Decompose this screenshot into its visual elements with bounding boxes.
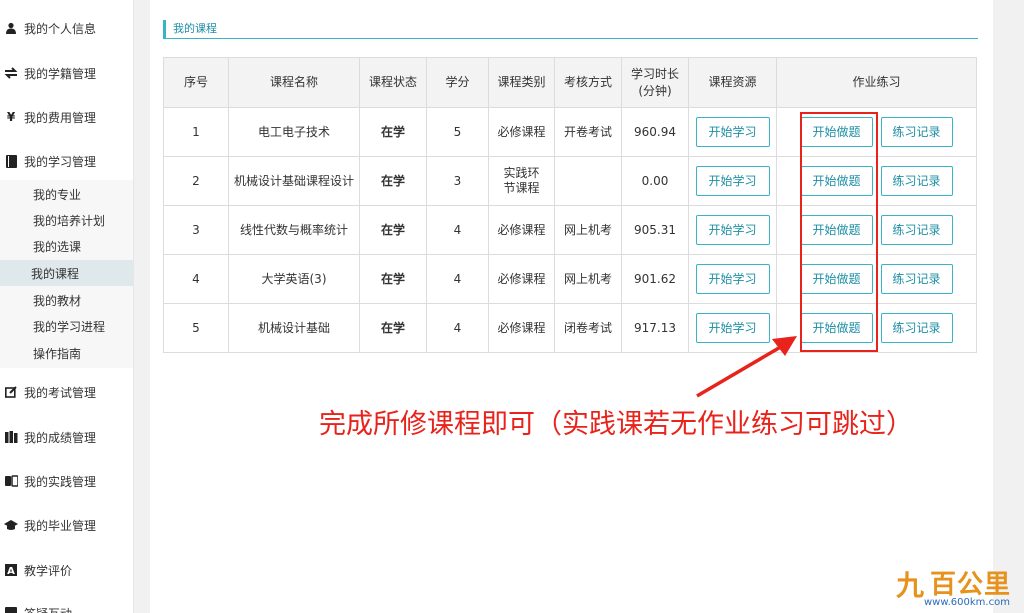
- annotation-arrow-icon: [696, 336, 797, 398]
- watermark-logo-text: 百公里: [930, 570, 1012, 600]
- watermark-url: www.600km.com: [924, 597, 1010, 608]
- annotation-note: 完成所修课程即可（实践课若无作业练习可跳过）: [319, 409, 913, 440]
- watermark-logo-mark: 九: [896, 569, 925, 602]
